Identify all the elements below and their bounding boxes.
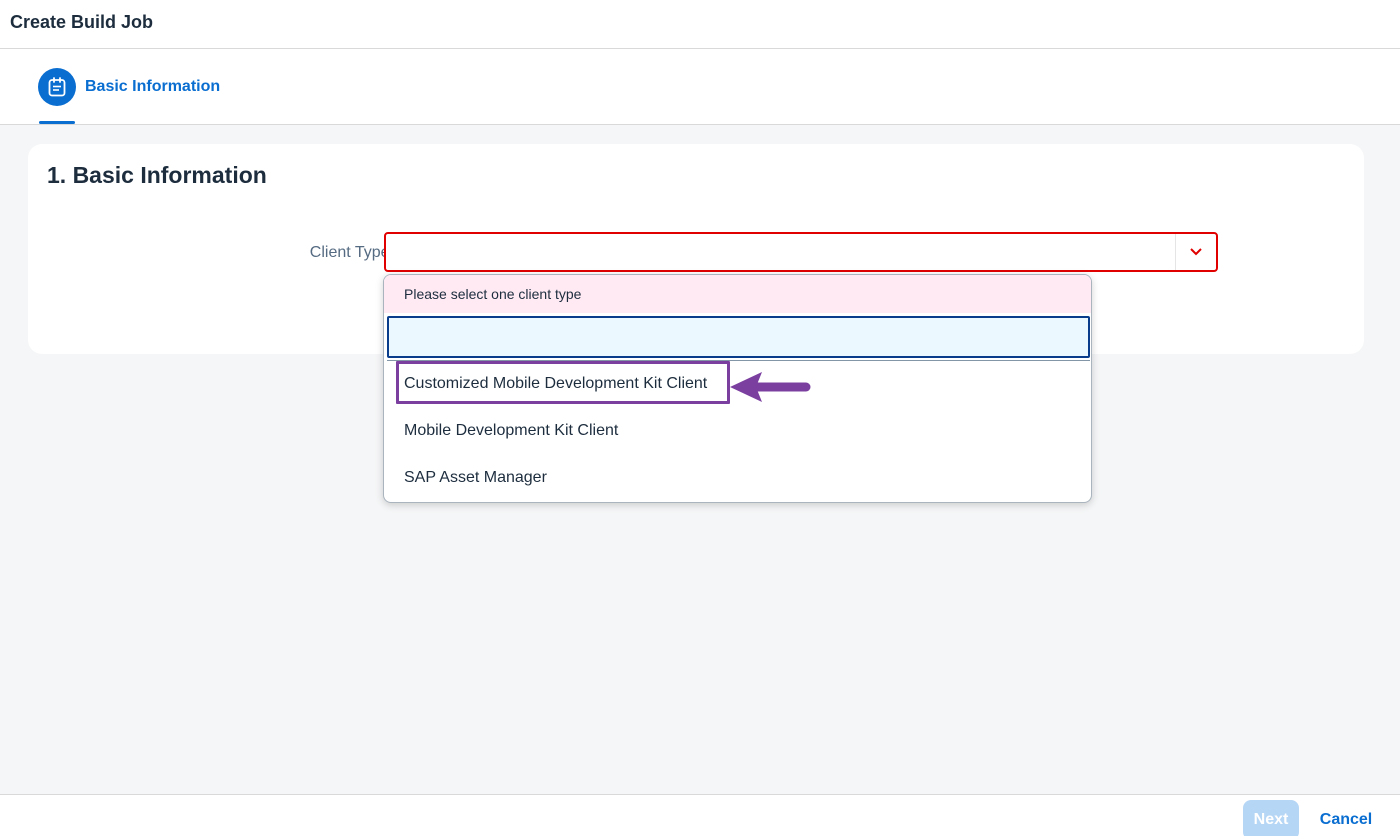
wizard-step-label[interactable]: Basic Information: [85, 78, 220, 96]
next-button[interactable]: Next: [1243, 800, 1299, 836]
dialog-footer: Next Cancel: [0, 794, 1400, 836]
option-mdk-client[interactable]: Mobile Development Kit Client: [404, 422, 618, 440]
active-step-indicator: [39, 121, 75, 124]
client-type-label: Client Type:: [309, 244, 394, 261]
option-customized-mdk-client[interactable]: Customized Mobile Development Kit Client: [404, 375, 707, 393]
value-state-text: Please select one client type: [404, 286, 582, 302]
client-type-combobox[interactable]: [384, 232, 1218, 272]
form-icon[interactable]: [38, 68, 76, 106]
section-title: 1. Basic Information: [47, 162, 267, 188]
value-state-message: Please select one client type: [384, 275, 1091, 313]
option-sap-asset-manager[interactable]: SAP Asset Manager: [404, 469, 547, 487]
chevron-down-icon[interactable]: [1175, 234, 1216, 270]
dialog-header: Create Build Job: [0, 0, 1400, 49]
dropdown-divider: [387, 360, 1090, 361]
wizard-step-bar: Basic Information: [0, 49, 1400, 125]
cancel-button[interactable]: Cancel: [1314, 800, 1378, 836]
dropdown-filter-input[interactable]: [387, 316, 1090, 358]
create-build-job-dialog: Create Build Job Basic Information 1. Ba…: [0, 0, 1400, 836]
dialog-title: Create Build Job: [10, 12, 154, 32]
annotation-arrow-icon: [728, 368, 814, 406]
